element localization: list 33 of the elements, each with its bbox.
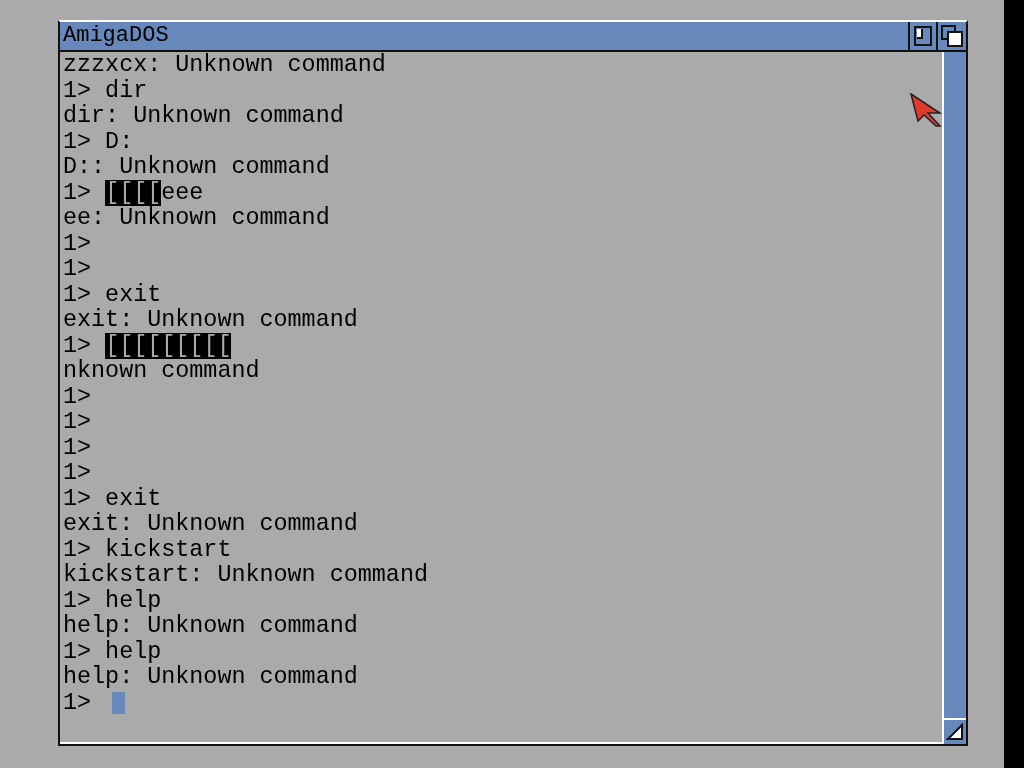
console-line: kickstart: Unknown command <box>63 563 428 589</box>
mouse-pointer-icon <box>910 93 942 127</box>
console-line: help: Unknown command <box>63 614 358 640</box>
console-line: 1> <box>63 231 92 257</box>
console-line: D:: Unknown command <box>63 155 330 181</box>
scroll-bar[interactable] <box>942 52 966 744</box>
zoom-icon <box>914 26 932 46</box>
console-line: exit: Unknown command <box>63 512 358 538</box>
console-line: 1> [[[[[[[[[ <box>63 333 232 359</box>
console-line: 1> D: <box>63 129 134 155</box>
console-line: dir: Unknown command <box>63 104 344 130</box>
console-line: 1> <box>63 410 92 436</box>
console-line: zzzxcx: Unknown command <box>63 53 386 79</box>
depth-gadget[interactable] <box>936 22 966 50</box>
console-line: 1> <box>63 435 92 461</box>
console-line: 1> help <box>63 639 162 665</box>
console-line: 1> <box>63 257 92 283</box>
window-title: AmigaDOS <box>62 25 170 47</box>
console-line: 1> <box>63 461 92 487</box>
console-line: 1> [[[[eee <box>63 180 204 206</box>
console-line: 1> <box>63 384 92 410</box>
console-line: exit: Unknown command <box>63 308 358 334</box>
depth-icon <box>941 25 963 47</box>
console-line: 1> kickstart <box>63 537 232 563</box>
console-line: 1> help <box>63 588 162 614</box>
console-line: ee: Unknown command <box>63 206 330 232</box>
console-line: 1> exit <box>63 486 162 512</box>
resize-icon <box>946 723 964 741</box>
console-line: nknown command <box>63 359 260 385</box>
console-line: 1> exit <box>63 282 162 308</box>
console-line: 1> dir <box>63 78 148 104</box>
console-line: help: Unknown command <box>63 665 358 691</box>
console-line: 1> <box>63 690 93 716</box>
